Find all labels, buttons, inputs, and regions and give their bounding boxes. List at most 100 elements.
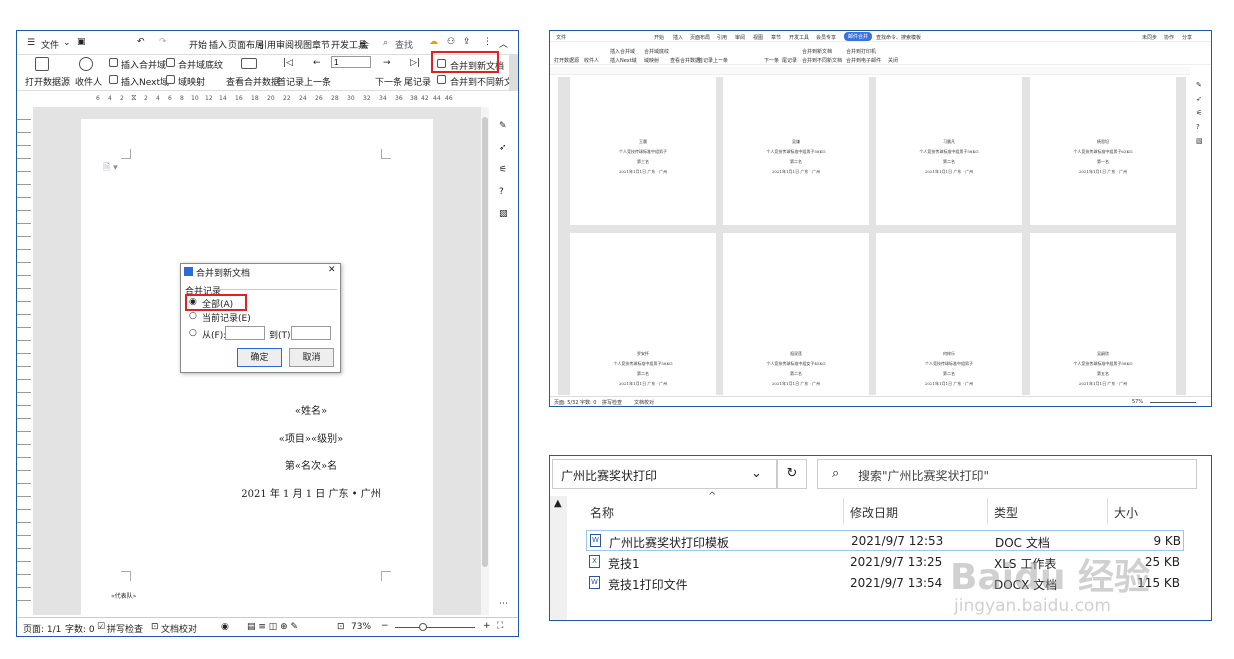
zoom-slider[interactable] bbox=[395, 627, 475, 628]
open-datasource-button[interactable]: 打开数据源 bbox=[25, 75, 70, 88]
dialog-close-icon[interactable]: ✕ bbox=[328, 265, 336, 275]
hamburger-icon[interactable]: ☰ bbox=[27, 38, 35, 48]
eye-icon[interactable]: ◉ bbox=[221, 622, 229, 632]
settings-icon[interactable]: ⚟ bbox=[1196, 109, 1202, 117]
first-record-button[interactable]: 首记录 bbox=[277, 75, 304, 88]
tab-references[interactable]: 引用 bbox=[258, 38, 276, 51]
share-icon[interactable]: ⇪ bbox=[463, 37, 471, 47]
search-label[interactable]: 查找 bbox=[395, 38, 413, 51]
field-mapping-button[interactable]: 域映射 bbox=[178, 75, 205, 88]
help-icon[interactable]: ? bbox=[1196, 123, 1200, 131]
spell-check-icon[interactable]: ☑ bbox=[97, 622, 105, 632]
tab-insert[interactable]: 插入 bbox=[209, 38, 227, 51]
ribbon-scroll-arrow[interactable] bbox=[509, 55, 518, 91]
more-icon[interactable]: ⋮ bbox=[483, 37, 492, 47]
rt-tab-developer[interactable]: 开发工具 bbox=[789, 34, 809, 41]
search-box[interactable]: ⌕ 搜索"广州比赛奖状打印" bbox=[817, 459, 1197, 489]
column-size[interactable]: 大小 bbox=[1114, 504, 1138, 521]
next-icon[interactable]: → bbox=[383, 58, 391, 68]
rt-tab-file[interactable]: 文件 bbox=[556, 34, 566, 41]
radio-from-label[interactable]: 从(F): bbox=[202, 328, 226, 341]
fullscreen-icon[interactable]: ⛶ bbox=[497, 621, 503, 631]
rt-tab-member[interactable]: 会员专享 bbox=[816, 34, 836, 41]
zoom-out-icon[interactable]: − bbox=[381, 621, 389, 631]
proof-icon[interactable]: ⊡ bbox=[151, 622, 159, 632]
rt-tab-references[interactable]: 引用 bbox=[717, 34, 727, 41]
tab-review[interactable]: 审阅 bbox=[276, 38, 294, 51]
column-date[interactable]: 修改日期 bbox=[850, 504, 898, 521]
from-input[interactable] bbox=[225, 326, 265, 340]
indent-marker[interactable]: ⧖ bbox=[131, 93, 137, 103]
cloud-icon[interactable]: ☁ bbox=[429, 37, 438, 47]
tab-member[interactable]: 会 bbox=[360, 38, 369, 51]
search-icon[interactable]: ⌕ bbox=[383, 38, 388, 48]
rt-tab-section[interactable]: 章节 bbox=[771, 34, 781, 41]
column-name[interactable]: 名称 bbox=[590, 504, 614, 521]
view-merged-data-button[interactable]: 查看合并数据 bbox=[226, 75, 280, 88]
collapse-up-icon[interactable]: ▲ bbox=[554, 498, 562, 509]
radio-current[interactable]: ○ bbox=[189, 311, 197, 321]
undo-icon[interactable]: ↶ bbox=[137, 37, 145, 47]
rt-tab-review[interactable]: 审阅 bbox=[735, 34, 745, 41]
prev-icon[interactable]: ← bbox=[313, 58, 321, 68]
dropdown-chevron-icon[interactable]: ⌄ bbox=[751, 466, 762, 481]
view-modes-icon[interactable]: ▤ ≡ ◫ ⊕ ✎ bbox=[247, 622, 298, 632]
rt-collab[interactable]: 协作 bbox=[1164, 34, 1174, 41]
pen-icon[interactable]: ✎ bbox=[1196, 81, 1202, 89]
rt-sync-status[interactable]: 未同步 bbox=[1142, 34, 1157, 41]
proof-button[interactable]: 文档校对 bbox=[161, 622, 197, 635]
select-icon[interactable]: ➶ bbox=[1196, 95, 1202, 103]
ok-button[interactable]: 确定 bbox=[237, 348, 282, 367]
last-record-button[interactable]: 尾记录 bbox=[404, 75, 431, 88]
refresh-button[interactable]: ↻ bbox=[777, 459, 807, 489]
chevron-down-icon[interactable]: ⌄ bbox=[63, 38, 71, 48]
zoom-level[interactable]: 73% bbox=[351, 622, 371, 632]
zoom-slider-thumb[interactable] bbox=[419, 623, 427, 631]
redo-icon[interactable]: ↷ bbox=[159, 37, 167, 47]
pen-icon[interactable]: ✎ bbox=[499, 121, 507, 131]
next-record-button[interactable]: 下一条 bbox=[375, 75, 402, 88]
spell-check-button[interactable]: 拼写检查 bbox=[107, 622, 143, 635]
file-name: 竞技1打印文件 bbox=[608, 578, 688, 592]
column-type[interactable]: 类型 bbox=[994, 504, 1018, 521]
image-icon[interactable]: ▧ bbox=[1196, 137, 1203, 145]
address-bar[interactable]: 广州比赛奖状打印 ⌄ bbox=[552, 459, 777, 489]
insert-next-icon bbox=[109, 75, 118, 84]
rt-tab-mail-merge[interactable]: 邮件合并 bbox=[844, 32, 873, 41]
select-icon[interactable]: ➶ bbox=[499, 143, 507, 153]
tab-view[interactable]: 视图 bbox=[294, 38, 312, 51]
recipients-button[interactable]: 收件人 bbox=[75, 75, 102, 88]
collapse-ribbon-icon[interactable]: ︿ bbox=[499, 37, 508, 50]
collab-icon[interactable]: ⚇ bbox=[447, 37, 455, 47]
help-icon[interactable]: ? bbox=[499, 187, 504, 197]
fit-icon[interactable]: ⊡ bbox=[337, 622, 345, 632]
rt-tab-home[interactable]: 开始 bbox=[654, 34, 664, 41]
to-label: 到(T): bbox=[269, 331, 294, 341]
cancel-button[interactable]: 取消 bbox=[289, 348, 334, 367]
last-record-icon[interactable]: ▷| bbox=[410, 58, 420, 68]
settings-icon[interactable]: ⚟ bbox=[499, 165, 507, 175]
rt-search[interactable]: 查找命令、搜索模板 bbox=[876, 34, 921, 41]
record-number-input[interactable] bbox=[331, 56, 371, 68]
tab-section[interactable]: 章节 bbox=[312, 38, 330, 51]
save-icon[interactable]: ▣ bbox=[77, 37, 86, 47]
file-menu[interactable]: 文件 bbox=[41, 38, 59, 51]
rt-zoom-slider[interactable] bbox=[1150, 402, 1196, 403]
prev-record-button[interactable]: 上一条 bbox=[304, 75, 331, 88]
more-dots-icon[interactable]: ⋯ bbox=[499, 599, 508, 609]
zoom-in-icon[interactable]: + bbox=[483, 621, 491, 631]
vertical-scrollbar[interactable] bbox=[481, 107, 489, 615]
merge-field-shading-button[interactable]: 合并域底纹 bbox=[178, 58, 223, 71]
radio-from[interactable]: ○ bbox=[189, 328, 197, 338]
radio-current-label[interactable]: 当前记录(E) bbox=[202, 311, 251, 324]
tab-home[interactable]: 开始 bbox=[189, 38, 207, 51]
to-input[interactable] bbox=[291, 326, 331, 340]
rt-tab-insert[interactable]: 插入 bbox=[673, 34, 683, 41]
insert-merge-field-button[interactable]: 插入合并域 bbox=[121, 58, 166, 71]
insert-next-field-button[interactable]: 插入Next域 bbox=[121, 75, 169, 88]
first-record-icon[interactable]: |◁ bbox=[283, 58, 293, 68]
rt-tab-view[interactable]: 视图 bbox=[753, 34, 763, 41]
rt-share[interactable]: 分享 bbox=[1182, 34, 1192, 41]
image-icon[interactable]: ▧ bbox=[499, 209, 508, 219]
rt-tab-layout[interactable]: 页面布局 bbox=[690, 34, 710, 41]
